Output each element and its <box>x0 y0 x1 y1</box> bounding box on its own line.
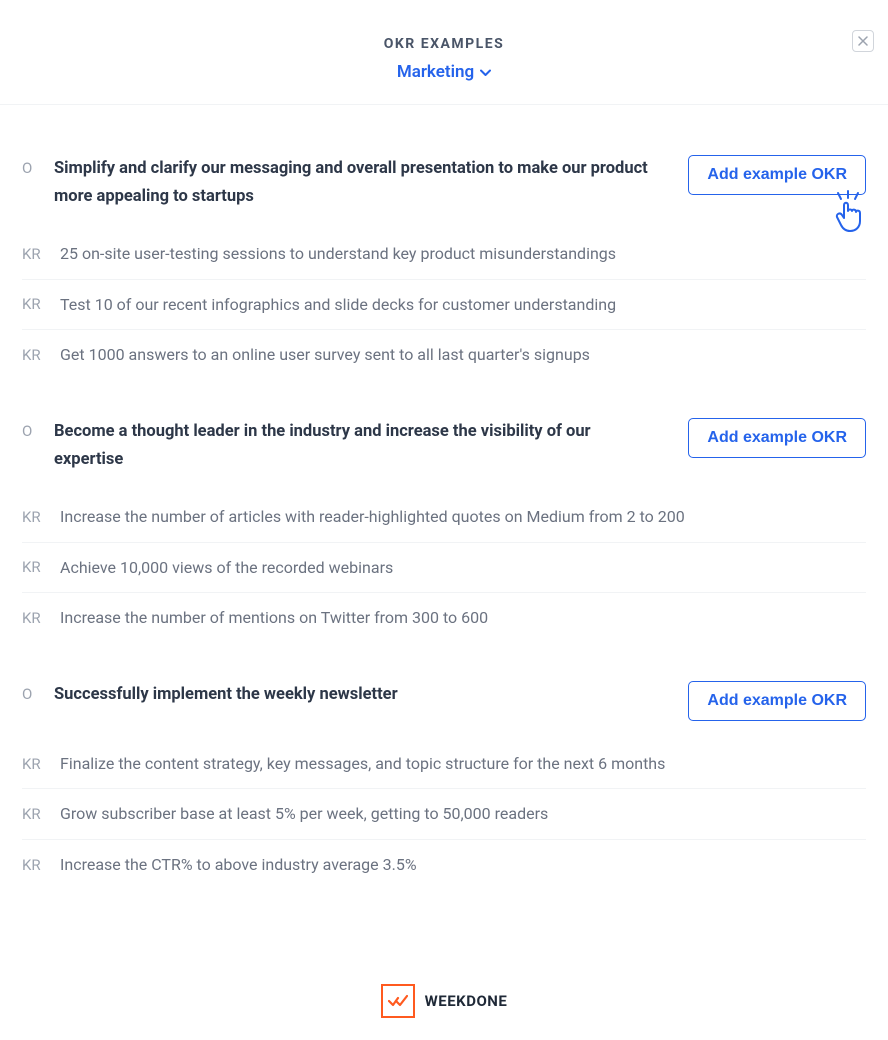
objective-text: Become a thought leader in the industry … <box>54 418 674 474</box>
add-button-wrap: Add example OKR <box>688 418 866 458</box>
key-result-marker: KR <box>22 346 46 364</box>
footer: WEEKDONE <box>0 958 888 1040</box>
okr-block: O Become a thought leader in the industry… <box>22 418 866 643</box>
key-result-marker: KR <box>22 508 46 526</box>
key-result-marker: KR <box>22 558 46 576</box>
key-result-text: Get 1000 answers to an online user surve… <box>60 342 866 368</box>
close-icon <box>858 32 868 50</box>
key-result-row: KR Get 1000 answers to an online user sur… <box>22 330 866 380</box>
chevron-down-icon <box>480 62 491 82</box>
objective-row: O Simplify and clarify our messaging and … <box>22 155 866 211</box>
key-result-row: KR Grow subscriber base at least 5% per w… <box>22 789 866 840</box>
dropdown-label: Marketing <box>397 62 474 82</box>
key-result-text: Grow subscriber base at least 5% per wee… <box>60 801 866 827</box>
add-button-wrap: Add example OKR <box>688 155 866 195</box>
key-result-row: KR Increase the number of mentions on Twi… <box>22 593 866 643</box>
close-button[interactable] <box>852 30 874 52</box>
weekdone-logo-icon <box>381 984 415 1018</box>
key-result-marker: KR <box>22 245 46 263</box>
key-result-row: KR Finalize the content strategy, key mes… <box>22 739 866 790</box>
objective-marker: O <box>22 155 40 177</box>
objective-text: Successfully implement the weekly newsle… <box>54 681 674 709</box>
key-result-text: Increase the number of articles with rea… <box>60 504 866 530</box>
header: OKR EXAMPLES Marketing <box>0 0 888 105</box>
objective-row: O Successfully implement the weekly newsl… <box>22 681 866 721</box>
category-dropdown[interactable]: Marketing <box>397 62 491 82</box>
key-result-marker: KR <box>22 295 46 313</box>
key-result-text: Test 10 of our recent infographics and s… <box>60 292 866 318</box>
key-result-marker: KR <box>22 805 46 823</box>
objective-marker: O <box>22 418 40 440</box>
okr-block: O Successfully implement the weekly newsl… <box>22 681 866 890</box>
add-example-okr-button[interactable]: Add example OKR <box>688 155 866 195</box>
add-example-okr-button[interactable]: Add example OKR <box>688 681 866 721</box>
key-result-text: Increase the CTR% to above industry aver… <box>60 852 866 878</box>
key-result-row: KR 25 on-site user-testing sessions to un… <box>22 229 866 280</box>
add-button-wrap: Add example OKR <box>688 681 866 721</box>
key-result-row: KR Increase the CTR% to above industry av… <box>22 840 866 890</box>
brand-name: WEEKDONE <box>425 992 508 1010</box>
key-result-row: KR Test 10 of our recent infographics and… <box>22 280 866 331</box>
objective-row: O Become a thought leader in the industry… <box>22 418 866 474</box>
objective-marker: O <box>22 681 40 703</box>
okr-list: O Simplify and clarify our messaging and … <box>0 105 888 958</box>
key-result-text: Finalize the content strategy, key messa… <box>60 751 866 777</box>
key-result-marker: KR <box>22 856 46 874</box>
objective-text: Simplify and clarify our messaging and o… <box>54 155 674 211</box>
key-result-row: KR Increase the number of articles with r… <box>22 492 866 543</box>
okr-block: O Simplify and clarify our messaging and … <box>22 155 866 380</box>
key-result-text: 25 on-site user-testing sessions to unde… <box>60 241 866 267</box>
page-title: OKR EXAMPLES <box>0 36 888 52</box>
key-result-marker: KR <box>22 755 46 773</box>
key-result-row: KR Achieve 10,000 views of the recorded w… <box>22 543 866 594</box>
add-example-okr-button[interactable]: Add example OKR <box>688 418 866 458</box>
key-result-marker: KR <box>22 609 46 627</box>
key-result-text: Achieve 10,000 views of the recorded web… <box>60 555 866 581</box>
key-result-text: Increase the number of mentions on Twitt… <box>60 605 866 631</box>
